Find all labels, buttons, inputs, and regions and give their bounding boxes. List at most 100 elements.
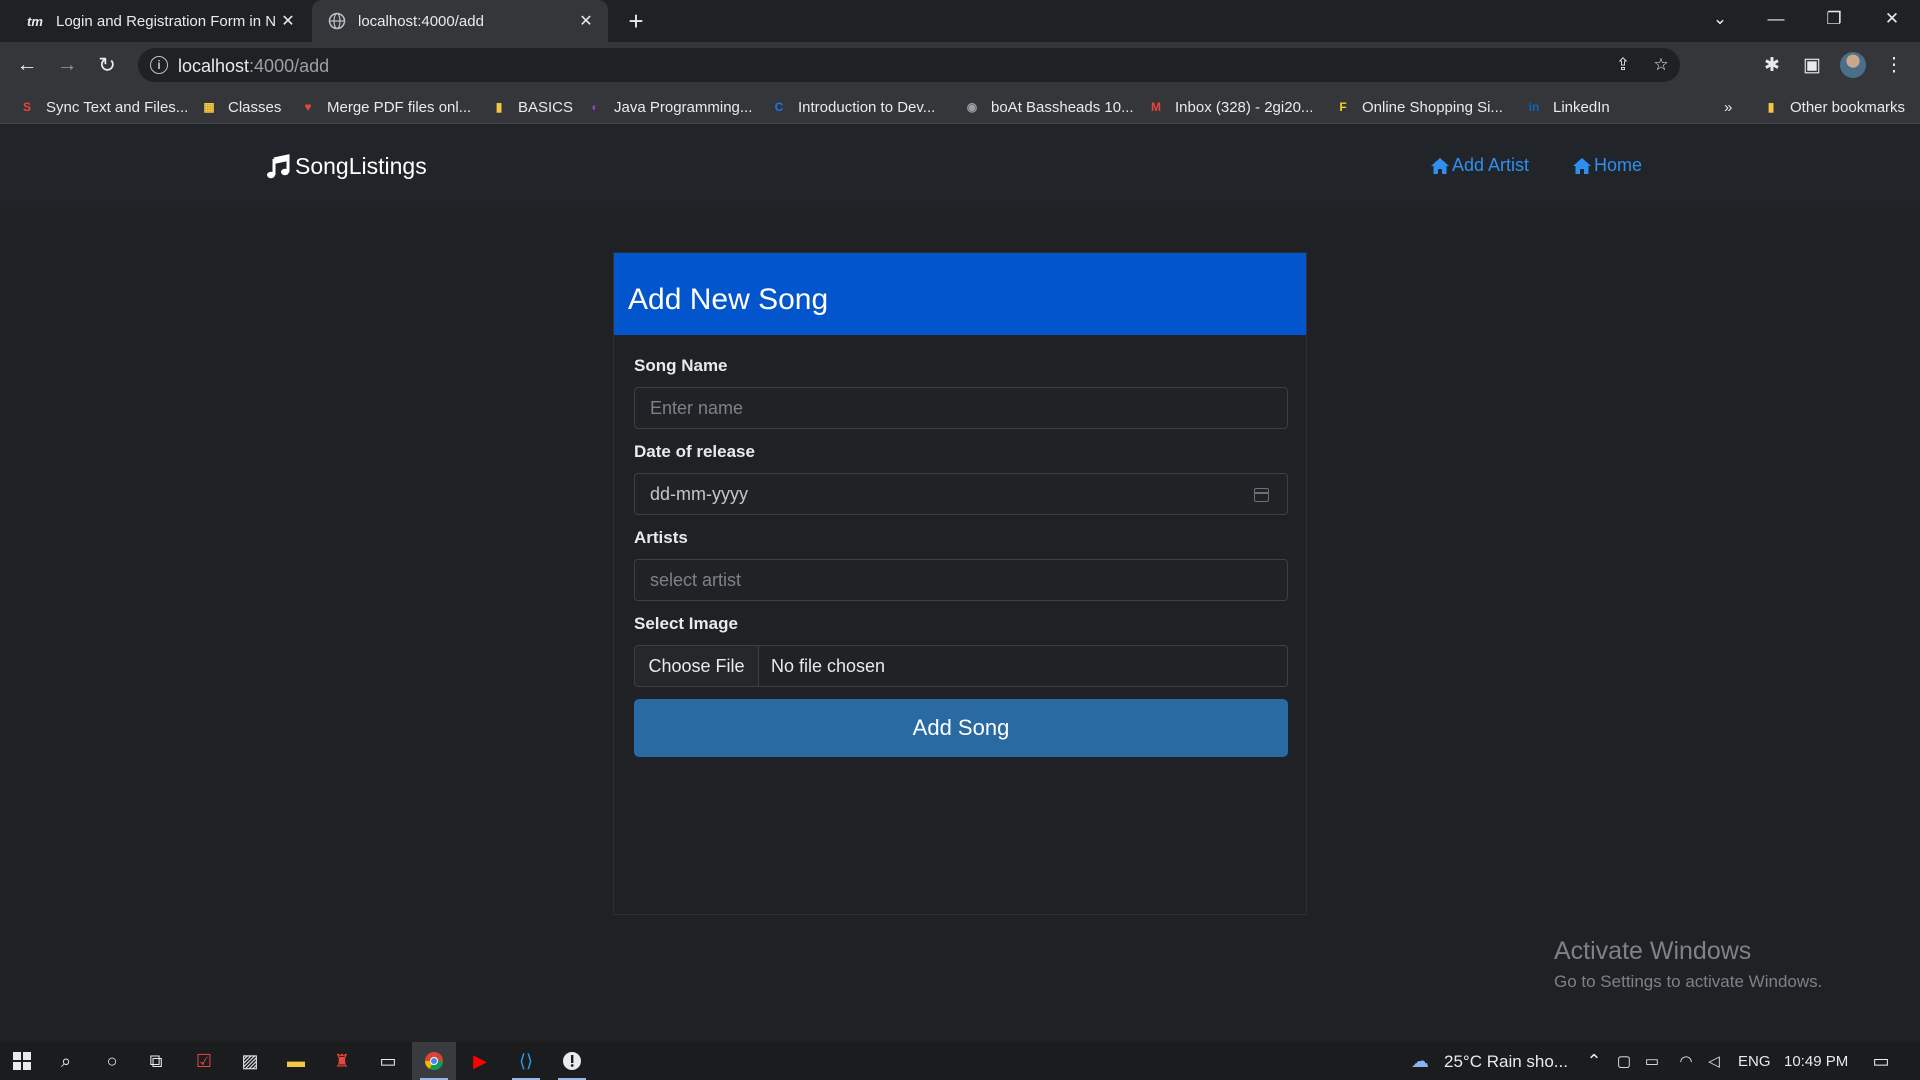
- bookmark-favicon-icon: in: [1528, 100, 1540, 114]
- bookmark-favicon-icon: ◐: [591, 100, 599, 114]
- choose-file-button[interactable]: Choose File: [635, 646, 759, 686]
- tab-login-registration[interactable]: tm Login and Registration Form in N ✕: [12, 0, 310, 42]
- restore-icon[interactable]: ❐: [1806, 0, 1862, 38]
- bookmark-label: Java Programming...: [614, 98, 753, 116]
- browser-toolbar: ← → ↻ i localhost:4000/add ⇪ ☆: [0, 42, 1920, 88]
- bookmark-item[interactable]: M Inbox (328) - 2gi20...: [1147, 96, 1313, 118]
- bookmark-star-icon[interactable]: ☆: [1650, 54, 1672, 76]
- bookmark-label: Merge PDF files onl...: [327, 98, 472, 116]
- bookmark-item[interactable]: ◉ boAt Bassheads 10...: [963, 96, 1134, 118]
- bookmark-favicon-icon: ▮: [495, 100, 503, 114]
- weather-text[interactable]: 25°C Rain sho...: [1444, 1052, 1568, 1072]
- release-date-placeholder: dd-mm-yyyy: [650, 483, 748, 504]
- tab-search-chevron-icon[interactable]: ⌄: [1692, 0, 1748, 38]
- add-song-card: Add New Song Song Name Date of release d…: [613, 252, 1307, 915]
- more-menu-icon[interactable]: ⋮: [1880, 51, 1908, 79]
- bookmark-label: boAt Bassheads 10...: [991, 98, 1134, 116]
- bookmark-favicon-icon: F: [1339, 100, 1347, 114]
- nav-link-label: Home: [1594, 155, 1643, 175]
- bookmark-label: Classes: [228, 98, 282, 116]
- app-info-icon[interactable]: [550, 1042, 594, 1080]
- release-date-label: Date of release: [634, 442, 755, 461]
- artists-label: Artists: [634, 528, 688, 547]
- share-icon[interactable]: ⇪: [1612, 54, 1634, 76]
- nav-link-label: Add Artist: [1452, 155, 1530, 175]
- site-info-icon[interactable]: i: [150, 56, 168, 74]
- tab-title: localhost:4000/add: [358, 12, 484, 30]
- bookmark-label: Online Shopping Si...: [1362, 98, 1503, 116]
- bookmark-label: LinkedIn: [1553, 98, 1610, 116]
- site-navbar: SongListings Add Artist Home: [0, 125, 1920, 207]
- form-title: Add New Song: [628, 283, 829, 316]
- url-text[interactable]: localhost:4000/add: [178, 56, 329, 77]
- card-header: Add New Song: [614, 253, 1306, 335]
- select-image-label: Select Image: [634, 614, 738, 633]
- artists-input[interactable]: [634, 559, 1288, 601]
- notification-icon[interactable]: ▭: [1860, 1042, 1902, 1080]
- back-arrow-icon[interactable]: ←: [13, 51, 41, 79]
- bookmarks-bar: S Sync Text and Files... ▦ Classes ♥ Merge PD…: [0, 88, 1920, 124]
- task-view-icon[interactable]: ⧉: [134, 1042, 178, 1080]
- language-indicator[interactable]: ENG: [1738, 1053, 1771, 1070]
- watermark-title: Activate Windows: [1554, 937, 1752, 965]
- vscode-icon[interactable]: ⟨⟩: [504, 1042, 548, 1080]
- tm-favicon-icon: tm: [27, 13, 43, 29]
- side-panel-icon[interactable]: ▣: [1798, 51, 1826, 79]
- image-file-input[interactable]: Choose File No file chosen: [634, 645, 1288, 687]
- other-bookmarks-folder[interactable]: ▮ Other bookmarks: [1762, 96, 1905, 118]
- bookmark-item[interactable]: ▦ Classes: [200, 96, 281, 118]
- app-pin-icon[interactable]: ♜: [320, 1042, 364, 1080]
- clock[interactable]: 10:49 PM: [1784, 1053, 1848, 1070]
- tab-title: Login and Registration Form in N: [56, 12, 276, 30]
- vivaldi-app-icon[interactable]: ☑: [182, 1042, 226, 1080]
- nav-link-add-artist[interactable]: Add Artist: [1430, 155, 1529, 176]
- bookmark-favicon-icon: ▦: [203, 100, 215, 114]
- chrome-taskbar-icon[interactable]: [412, 1042, 456, 1080]
- bookmark-item[interactable]: in LinkedIn: [1525, 96, 1610, 118]
- new-tab-button[interactable]: +: [622, 6, 650, 36]
- bookmark-favicon-icon: ◉: [966, 100, 978, 114]
- bookmark-label: Sync Text and Files...: [46, 98, 189, 116]
- folder-icon: ▮: [1767, 100, 1775, 114]
- globe-icon: [326, 10, 348, 32]
- page-viewport: SongListings Add Artist Home Add New Son…: [0, 125, 1920, 1042]
- weather-icon[interactable]: ☁: [1398, 1042, 1442, 1080]
- minimize-icon[interactable]: —: [1748, 0, 1804, 38]
- calendar-icon[interactable]: [1254, 488, 1269, 502]
- photos-app-icon[interactable]: ▨: [228, 1042, 272, 1080]
- watermark-subtitle: Go to Settings to activate Windows.: [1554, 972, 1823, 991]
- bookmark-item[interactable]: S Sync Text and Files...: [18, 96, 188, 118]
- add-song-button[interactable]: Add Song: [634, 699, 1288, 757]
- cortana-icon[interactable]: ○: [90, 1042, 134, 1080]
- close-icon[interactable]: ✕: [576, 11, 596, 31]
- bookmarks-overflow-button[interactable]: »: [1724, 96, 1732, 118]
- bookmark-item[interactable]: F Online Shopping Si...: [1334, 96, 1503, 118]
- forward-arrow-icon[interactable]: →: [53, 51, 81, 79]
- battery-icon[interactable]: ▭: [1634, 1042, 1670, 1080]
- reload-icon[interactable]: ↻: [93, 51, 121, 79]
- terminal-icon[interactable]: ▭: [366, 1042, 410, 1080]
- profile-avatar[interactable]: [1840, 52, 1866, 78]
- release-date-input[interactable]: dd-mm-yyyy: [634, 473, 1288, 515]
- file-explorer-icon[interactable]: ▬: [274, 1042, 318, 1080]
- windows-start-icon[interactable]: [0, 1042, 44, 1080]
- volume-icon[interactable]: ◁: [1696, 1042, 1732, 1080]
- extensions-puzzle-icon[interactable]: ✱: [1758, 51, 1786, 79]
- search-icon[interactable]: ⌕: [44, 1042, 88, 1080]
- youtube-icon[interactable]: ▶: [458, 1042, 502, 1080]
- song-name-label: Song Name: [634, 356, 728, 375]
- brand-link[interactable]: SongListings: [265, 153, 427, 180]
- window-close-icon[interactable]: ✕: [1864, 0, 1920, 38]
- address-bar[interactable]: i localhost:4000/add ⇪ ☆: [138, 48, 1680, 82]
- bookmark-item[interactable]: ◐ Java Programming...: [586, 96, 752, 118]
- brand-name: SongListings: [295, 153, 427, 179]
- song-name-input[interactable]: [634, 387, 1288, 429]
- bookmark-favicon-icon: S: [22, 100, 31, 114]
- bookmark-item[interactable]: C Introduction to Dev...: [770, 96, 936, 118]
- bookmark-item[interactable]: ▮ BASICS: [490, 96, 573, 118]
- home-icon: [1431, 157, 1449, 174]
- bookmark-item[interactable]: ♥ Merge PDF files onl...: [299, 96, 471, 118]
- nav-link-home[interactable]: Home: [1572, 155, 1642, 176]
- tab-localhost-add[interactable]: localhost:4000/add ✕: [312, 0, 608, 42]
- close-icon[interactable]: ✕: [278, 11, 298, 31]
